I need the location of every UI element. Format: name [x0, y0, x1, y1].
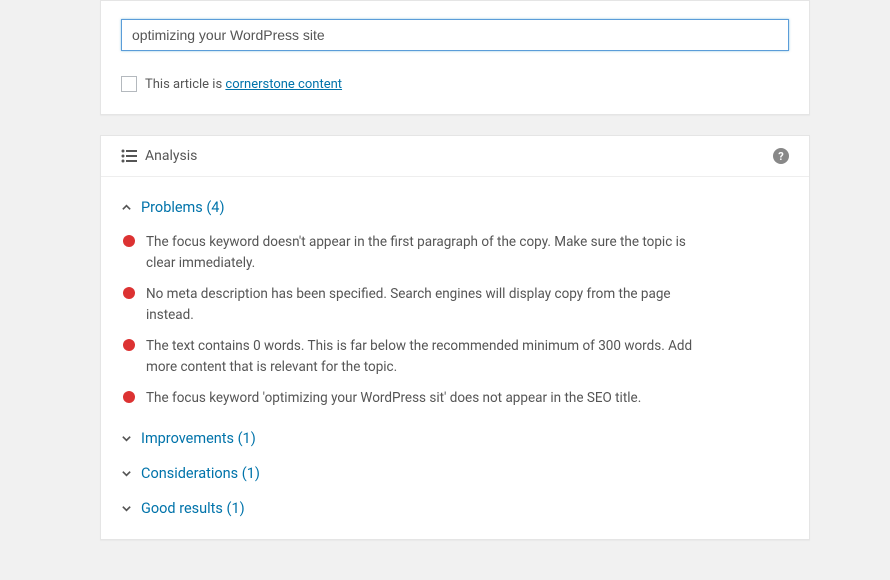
analysis-body: Problems (4) The focus keyword doesn't a…	[101, 177, 809, 539]
problem-item: The focus keyword 'optimizing your WordP…	[123, 384, 789, 415]
cornerstone-link[interactable]: cornerstone content	[225, 77, 342, 92]
section-good-results-header[interactable]: Good results (1)	[121, 498, 789, 519]
problem-text: The text contains 0 words. This is far b…	[146, 336, 696, 378]
focus-keyword-input[interactable]	[121, 19, 789, 51]
status-dot-red-icon	[123, 287, 135, 299]
analysis-title: Analysis	[145, 148, 197, 164]
status-dot-red-icon	[123, 391, 135, 403]
section-improvements-header[interactable]: Improvements (1)	[121, 428, 789, 449]
help-icon[interactable]: ?	[773, 148, 789, 164]
analysis-header: Analysis ?	[101, 136, 809, 177]
problem-item: The focus keyword doesn't appear in the …	[123, 228, 789, 280]
analysis-header-left: Analysis	[121, 148, 197, 164]
cornerstone-row: This article is cornerstone content	[121, 76, 789, 92]
problem-item: The text contains 0 words. This is far b…	[123, 332, 789, 384]
section-problems: Problems (4) The focus keyword doesn't a…	[121, 197, 789, 414]
keyword-panel-body: This article is cornerstone content	[101, 1, 809, 114]
section-problems-title: Problems (4)	[141, 199, 225, 216]
section-problems-header[interactable]: Problems (4)	[121, 197, 789, 218]
section-considerations: Considerations (1)	[121, 463, 789, 484]
cornerstone-checkbox[interactable]	[121, 76, 137, 92]
problem-text: No meta description has been specified. …	[146, 284, 696, 326]
section-good-results-title: Good results (1)	[141, 500, 245, 517]
section-improvements-title: Improvements (1)	[141, 430, 256, 447]
chevron-down-icon	[121, 503, 132, 514]
keyword-panel: This article is cornerstone content	[100, 0, 810, 115]
problem-text: The focus keyword doesn't appear in the …	[146, 232, 696, 274]
status-dot-red-icon	[123, 235, 135, 247]
status-dot-red-icon	[123, 339, 135, 351]
list-icon	[121, 149, 137, 163]
chevron-down-icon	[121, 468, 132, 479]
section-considerations-header[interactable]: Considerations (1)	[121, 463, 789, 484]
section-improvements: Improvements (1)	[121, 428, 789, 449]
chevron-up-icon	[121, 202, 132, 213]
section-considerations-title: Considerations (1)	[141, 465, 260, 482]
problem-text: The focus keyword 'optimizing your WordP…	[146, 388, 641, 409]
cornerstone-label: This article is cornerstone content	[145, 77, 342, 92]
section-problems-items: The focus keyword doesn't appear in the …	[121, 228, 789, 414]
cornerstone-prefix: This article is	[145, 77, 225, 92]
chevron-down-icon	[121, 433, 132, 444]
analysis-panel: Analysis ? Problems (4) The focus keywor…	[100, 135, 810, 540]
page-wrap: This article is cornerstone content Anal…	[0, 0, 890, 580]
problem-item: No meta description has been specified. …	[123, 280, 789, 332]
section-good-results: Good results (1)	[121, 498, 789, 519]
